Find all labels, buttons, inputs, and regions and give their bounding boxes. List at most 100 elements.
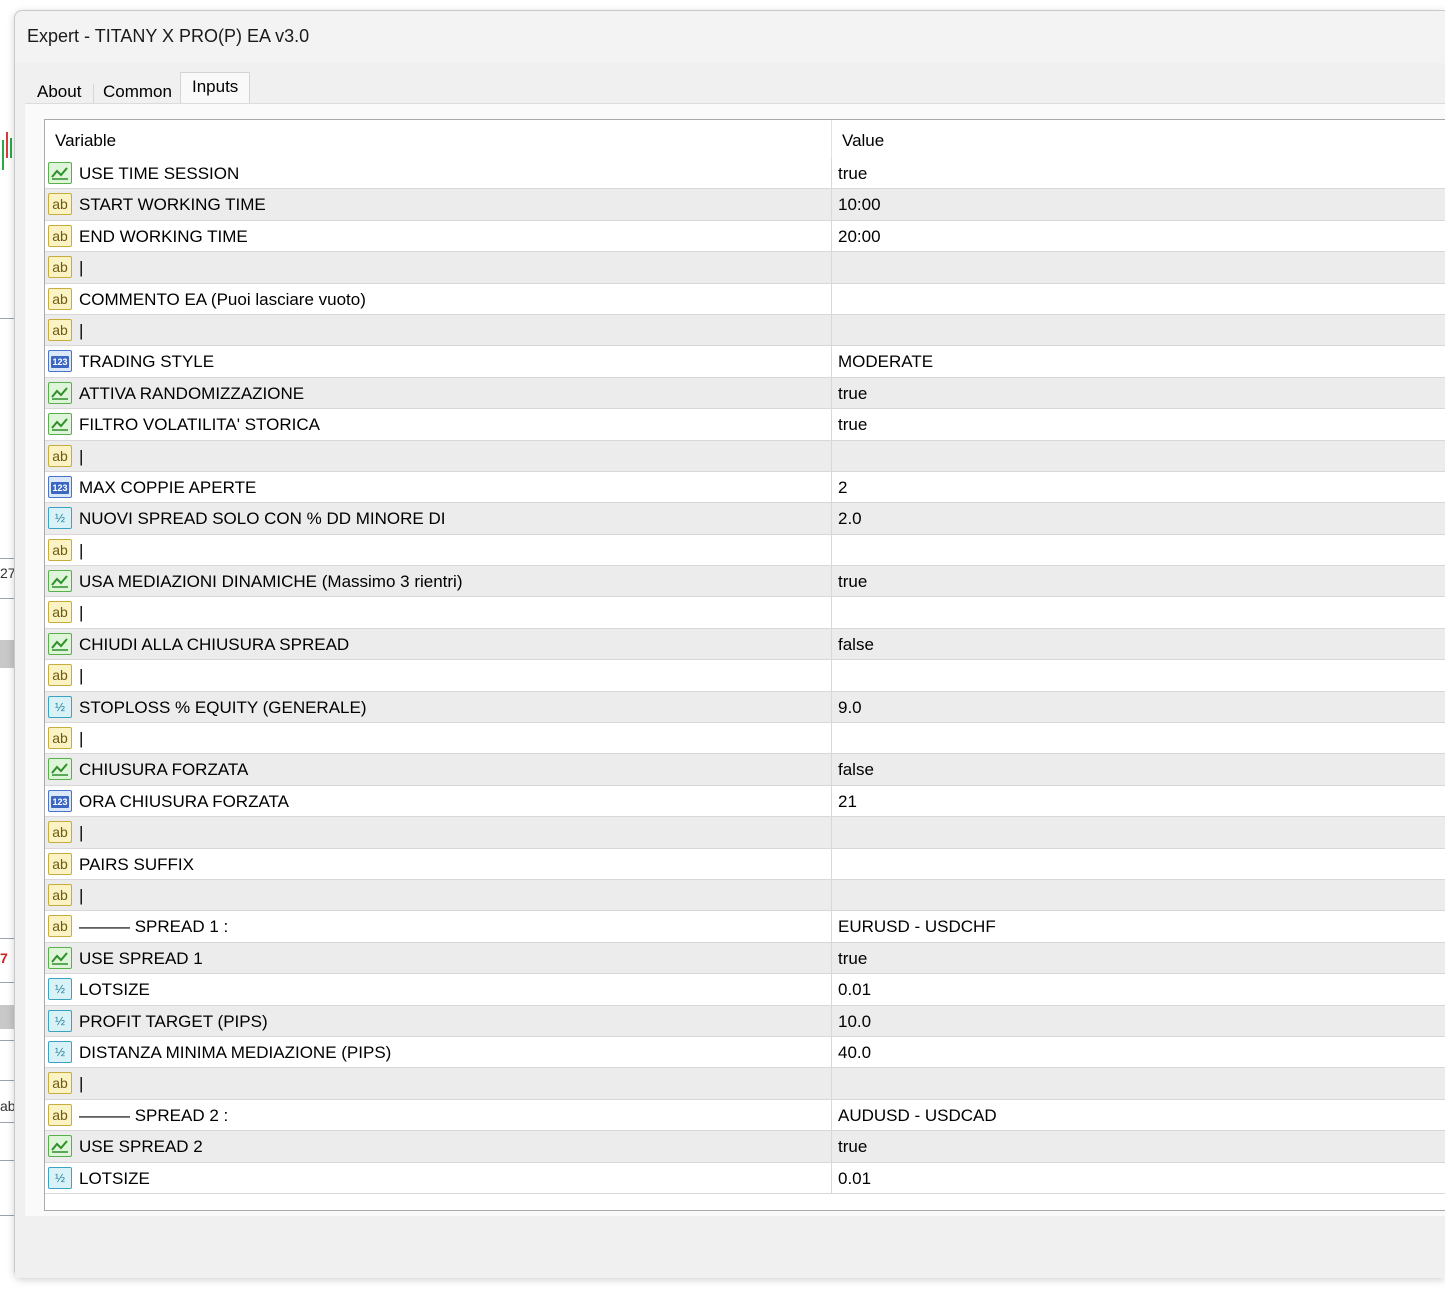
variable-value[interactable]: true: [838, 949, 867, 969]
boolean-icon: [48, 758, 72, 781]
variable-value[interactable]: true: [838, 164, 867, 184]
variable-name: DISTANZA MINIMA MEDIAZIONE (PIPS): [79, 1042, 392, 1062]
table-row[interactable]: 123 TRADING STYLE MODERATE: [45, 346, 1445, 378]
variable-name: |: [79, 320, 84, 340]
table-row[interactable]: ab ——— SPREAD 2 : AUDUSD - USDCAD: [45, 1099, 1445, 1132]
column-divider: [831, 1068, 832, 1099]
table-row[interactable]: ab END WORKING TIME 20:00: [45, 220, 1445, 253]
chart-panel-block: [0, 1005, 14, 1029]
column-divider: [831, 754, 832, 785]
column-divider: [831, 691, 832, 723]
table-row[interactable]: 123 ORA CHIUSURA FORZATA 21: [45, 785, 1445, 818]
column-divider: [831, 283, 832, 314]
table-row[interactable]: ab |: [45, 1068, 1445, 1100]
variable-name: COMMENTO EA (Puoi lasciare vuoto): [79, 289, 366, 309]
variable-value[interactable]: true: [838, 572, 867, 592]
variable-value[interactable]: 20:00: [838, 227, 881, 247]
column-divider[interactable]: [831, 120, 832, 158]
table-row[interactable]: ab COMMENTO EA (Puoi lasciare vuoto): [45, 283, 1445, 315]
background-chart: 27 7 ab: [0, 0, 16, 1308]
column-divider: [831, 597, 832, 628]
variable-value[interactable]: 0.01: [838, 980, 871, 1000]
table-row[interactable]: ½ PROFIT TARGET (PIPS) 10.0: [45, 1005, 1445, 1037]
variable-value[interactable]: 0.01: [838, 1169, 871, 1189]
variable-value[interactable]: false: [838, 760, 874, 780]
variable-value[interactable]: 10.0: [838, 1012, 871, 1032]
variable-value[interactable]: 10:00: [838, 195, 881, 215]
column-divider: [831, 911, 832, 942]
variable-name: LOTSIZE: [79, 980, 150, 1000]
variable-value[interactable]: MODERATE: [838, 352, 933, 372]
table-row[interactable]: ab |: [45, 252, 1445, 284]
table-row[interactable]: ½ LOTSIZE 0.01: [45, 974, 1445, 1006]
column-divider: [831, 314, 832, 346]
column-header-value[interactable]: Value: [842, 131, 884, 151]
variable-name: |: [79, 823, 84, 843]
table-row[interactable]: ab |: [45, 597, 1445, 629]
table-row[interactable]: ½ NUOVI SPREAD SOLO CON % DD MINORE DI 2.0: [45, 503, 1445, 535]
variable-value[interactable]: AUDUSD - USDCAD: [838, 1106, 997, 1126]
boolean-icon: [48, 413, 72, 436]
table-row[interactable]: USE SPREAD 2 true: [45, 1131, 1445, 1163]
column-divider: [831, 189, 832, 220]
table-row[interactable]: ATTIVA RANDOMIZZAZIONE true: [45, 377, 1445, 410]
integer-icon: 123: [48, 789, 72, 812]
table-row[interactable]: USE SPREAD 1 true: [45, 942, 1445, 975]
table-row[interactable]: ab |: [45, 660, 1445, 692]
variable-value[interactable]: false: [838, 635, 874, 655]
column-divider: [831, 660, 832, 691]
variable-name: STOPLOSS % EQUITY (GENERALE): [79, 697, 367, 717]
table-row[interactable]: ab |: [45, 879, 1445, 912]
table-row[interactable]: ab |: [45, 314, 1445, 347]
column-header-variable[interactable]: Variable: [55, 131, 116, 151]
table-row[interactable]: ab |: [45, 723, 1445, 755]
title-bar[interactable]: Expert - TITANY X PRO(P) EA v3.0: [15, 11, 1445, 63]
variable-value[interactable]: EURUSD - USDCHF: [838, 917, 996, 937]
table-row[interactable]: CHIUDI ALLA CHIUSURA SPREAD false: [45, 628, 1445, 661]
table-row[interactable]: ½ LOTSIZE 0.01: [45, 1162, 1445, 1194]
variable-value[interactable]: true: [838, 384, 867, 404]
table-row[interactable]: ab |: [45, 440, 1445, 472]
string-icon: ab: [48, 664, 72, 687]
variable-name: |: [79, 729, 84, 749]
variable-name: USE SPREAD 1: [79, 948, 203, 968]
table-row[interactable]: ab PAIRS SUFFIX: [45, 848, 1445, 880]
expert-properties-dialog: Expert - TITANY X PRO(P) EA v3.0 About C…: [14, 10, 1445, 1278]
variable-value[interactable]: 2: [838, 478, 847, 498]
table-row[interactable]: ½ STOPLOSS % EQUITY (GENERALE) 9.0: [45, 691, 1445, 724]
tab-divider: [93, 84, 94, 104]
table-row[interactable]: ab ——— SPREAD 1 : EURUSD - USDCHF: [45, 911, 1445, 943]
variable-value[interactable]: 40.0: [838, 1043, 871, 1063]
table-row[interactable]: CHIUSURA FORZATA false: [45, 754, 1445, 786]
variable-value[interactable]: 21: [838, 792, 857, 812]
string-icon: ab: [48, 601, 72, 624]
variable-value[interactable]: true: [838, 415, 867, 435]
table-row[interactable]: USA MEDIAZIONI DINAMICHE (Massimo 3 rien…: [45, 566, 1445, 598]
variable-name: ——— SPREAD 1 :: [79, 917, 229, 937]
tab-inputs[interactable]: Inputs: [180, 72, 251, 104]
table-row[interactable]: 123 MAX COPPIE APERTE 2: [45, 471, 1445, 504]
inputs-table[interactable]: Variable Value USE TIME SESSION true ab STA…: [44, 119, 1445, 1211]
tab-common[interactable]: Common: [103, 82, 172, 104]
table-body: USE TIME SESSION true ab START WORKING TIME…: [45, 158, 1445, 1194]
chart-gridline: [0, 558, 14, 559]
chart-gridline: [0, 1080, 14, 1081]
table-row[interactable]: USE TIME SESSION true: [45, 158, 1445, 190]
table-row[interactable]: ab START WORKING TIME 10:00: [45, 189, 1445, 221]
table-row[interactable]: ab |: [45, 534, 1445, 567]
variable-name: ORA CHIUSURA FORZATA: [79, 791, 290, 811]
integer-icon: 123: [48, 475, 72, 498]
tab-about[interactable]: About: [37, 82, 81, 104]
chart-gridline: [0, 318, 14, 319]
table-row[interactable]: ab |: [45, 817, 1445, 849]
variable-name: USA MEDIAZIONI DINAMICHE (Massimo 3 rien…: [79, 572, 463, 592]
table-row[interactable]: FILTRO VOLATILITA' STORICA true: [45, 409, 1445, 441]
variable-name: END WORKING TIME: [79, 226, 248, 246]
variable-value[interactable]: true: [838, 1137, 867, 1157]
variable-value[interactable]: 2.0: [838, 509, 862, 529]
chart-gridline: [0, 1160, 14, 1161]
variable-value[interactable]: 9.0: [838, 698, 862, 718]
table-row[interactable]: ½ DISTANZA MINIMA MEDIAZIONE (PIPS) 40.0: [45, 1036, 1445, 1069]
variable-name: FILTRO VOLATILITA' STORICA: [79, 415, 320, 435]
variable-name: ——— SPREAD 2 :: [79, 1105, 229, 1125]
